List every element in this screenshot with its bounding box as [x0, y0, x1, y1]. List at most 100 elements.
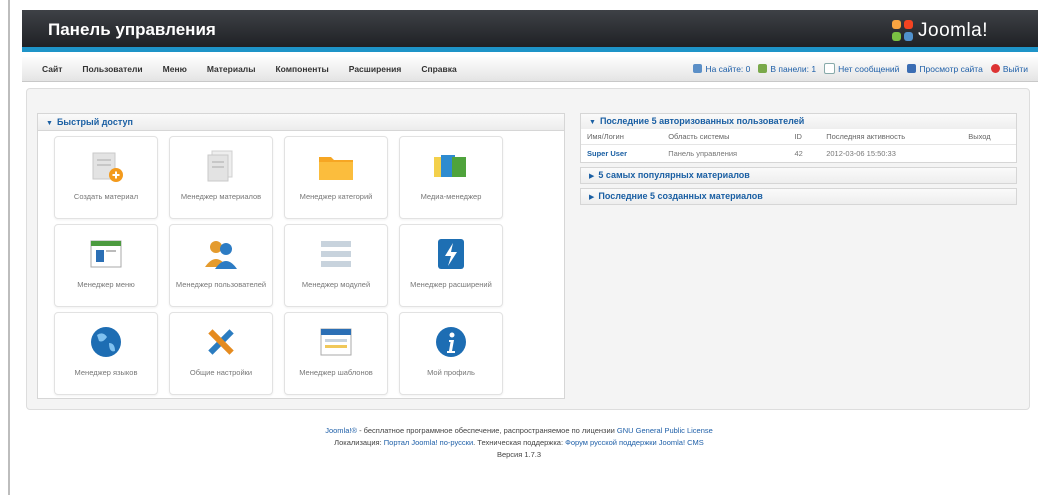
tile-label: Менеджер модулей [301, 280, 371, 289]
menu-item[interactable]: Меню [153, 64, 197, 74]
folder-icon [317, 149, 355, 183]
menu-manager-icon [87, 237, 125, 271]
new-article-icon [87, 149, 125, 183]
recent-articles-panel: ▶ Последние 5 созданных материалов [580, 188, 1017, 205]
quick-access-panel: ▼ Быстрый доступ Создать материал Менеджер… [37, 113, 565, 399]
globe-icon [87, 325, 125, 359]
in-panel-status: В панели: 1 [758, 64, 816, 74]
quick-access-tile[interactable]: Менеджер шаблонов [284, 312, 388, 395]
tools-icon [202, 325, 240, 359]
quick-access-tile[interactable]: Общие настройки [169, 312, 273, 395]
collapse-arrow-icon: ▼ [589, 119, 596, 126]
tile-label: Медиа-менеджер [420, 192, 482, 201]
right-panels: ▼ Последние 5 авторизованных пользователе… [580, 113, 1017, 209]
on-site-status: На сайте: 0 [693, 64, 750, 74]
users-icon [202, 237, 240, 271]
tile-label: Менеджер меню [77, 280, 135, 289]
popular-articles-header[interactable]: ▶ 5 самых популярных материалов [581, 168, 1016, 183]
table-header-row: Имя/Логин Область системы ID Последняя акти… [581, 129, 1016, 145]
tile-label: Менеджер пользователей [175, 280, 267, 289]
logged-users-table: Имя/Логин Область системы ID Последняя акти… [581, 129, 1016, 162]
quick-access-tile[interactable]: Менеджер языков [54, 312, 158, 395]
support-label: . Техническая поддержка: [473, 438, 566, 447]
collapse-arrow-icon: ▼ [46, 120, 53, 127]
quick-access-tile[interactable]: Менеджер меню [54, 224, 158, 307]
table-column-header: Последняя активность [820, 129, 963, 145]
logged-users-panel: ▼ Последние 5 авторизованных пользователе… [580, 113, 1017, 163]
popular-articles-title: 5 самых популярных материалов [598, 170, 750, 180]
menu-item[interactable]: Сайт [32, 64, 72, 74]
page-footer: Joomla!® - бесплатное программное обеспе… [0, 425, 1038, 461]
templates-icon [317, 325, 355, 359]
main-menu: Сайт Пользователи Меню Материалы Компоненты Р… [32, 64, 467, 74]
on-site-label: На сайте: 0 [705, 63, 751, 74]
license-link[interactable]: GNU General Public License [617, 426, 713, 435]
user-logout-cell [962, 145, 1016, 163]
left-border-line [8, 0, 10, 495]
tile-label: Создать материал [73, 192, 139, 201]
logout-label: Выйти [1002, 63, 1028, 74]
view-site-label: Просмотр сайта [919, 63, 983, 74]
admin-frame: Панель управления Joomla! Сайт Пользовате… [22, 10, 1038, 416]
table-column-header: Область системы [662, 129, 789, 145]
joomla-logo-icon [892, 20, 914, 42]
articles-icon [202, 149, 240, 183]
support-forum-link[interactable]: Форум русской поддержки Joomla! CMS [565, 438, 704, 447]
quick-access-tile[interactable]: Менеджер пользователей [169, 224, 273, 307]
tile-label: Менеджер категорий [299, 192, 373, 201]
mail-icon [824, 63, 836, 74]
logout-icon [990, 64, 1000, 73]
messages-link[interactable]: Нет сообщений [824, 63, 899, 74]
top-header: Панель управления Joomla! [22, 10, 1038, 52]
modules-icon [317, 237, 355, 271]
menu-item[interactable]: Компоненты [265, 64, 338, 74]
tile-label: Общие настройки [189, 368, 253, 377]
monitor-icon [907, 64, 917, 73]
expand-arrow-icon: ▶ [589, 194, 595, 201]
table-column-header: Имя/Логин [581, 129, 663, 145]
logged-users-header[interactable]: ▼ Последние 5 авторизованных пользователе… [581, 114, 1016, 129]
tile-label: Менеджер расширений [410, 280, 492, 289]
table-column-header: Выход [962, 129, 1016, 145]
recent-articles-header[interactable]: ▶ Последние 5 созданных материалов [581, 189, 1016, 204]
quick-access-header[interactable]: ▼ Быстрый доступ [38, 114, 564, 131]
logo-text: Joomla! [918, 20, 989, 41]
localization-label: Локализация: [334, 438, 384, 447]
user-id-cell: 42 [794, 149, 803, 158]
view-site-link[interactable]: Просмотр сайта [907, 63, 983, 74]
tile-label: Менеджер шаблонов [299, 368, 373, 377]
footer-localization-line: Локализация: Портал Joomla! по-русски. Т… [0, 437, 1038, 449]
quick-access-tile[interactable]: Мой профиль [399, 312, 503, 395]
quick-access-tile[interactable]: Менеджер материалов [169, 136, 273, 219]
localization-link[interactable]: Портал Joomla! по-русски [384, 438, 473, 447]
tile-label: Менеджер языков [74, 368, 138, 377]
users-online-icon [693, 64, 703, 73]
footer-license-line: Joomla!® - бесплатное программное обеспе… [0, 425, 1038, 437]
menu-item[interactable]: Материалы [197, 64, 266, 74]
joomla-link[interactable]: Joomla!® [325, 426, 357, 435]
dashboard-content: ▼ Быстрый доступ Создать материал Менеджер… [26, 88, 1030, 410]
menu-item[interactable]: Справка [411, 64, 466, 74]
quick-access-tile[interactable]: Менеджер модулей [284, 224, 388, 307]
menu-item[interactable]: Пользователи [72, 64, 152, 74]
user-name-cell[interactable]: Super User [581, 145, 662, 163]
popular-articles-panel: ▶ 5 самых популярных материалов [580, 167, 1017, 184]
quick-access-tile[interactable]: Менеджер категорий [284, 136, 388, 219]
extensions-icon [432, 237, 470, 271]
quick-access-tile[interactable]: Медиа-менеджер [399, 136, 503, 219]
quick-access-tile[interactable]: Создать материал [54, 136, 158, 219]
joomla-logo[interactable]: Joomla! [892, 17, 988, 45]
quick-access-tile[interactable]: Менеджер расширений [399, 224, 503, 307]
user-last-cell: 2012-03-06 15:50:33 [826, 149, 896, 158]
status-bar: На сайте: 0 В панели: 1 Нет сообщений Пр… [693, 63, 1028, 74]
recent-articles-title: Последние 5 созданных материалов [598, 191, 763, 201]
footer-version: Версия 1.7.3 [496, 450, 542, 459]
media-icon [432, 149, 470, 183]
table-column-header: ID [788, 129, 821, 145]
logout-link[interactable]: Выйти [990, 63, 1028, 74]
tile-label: Менеджер материалов [180, 192, 262, 201]
menu-item[interactable]: Расширения [339, 64, 412, 74]
user-area-cell: Панель управления [668, 149, 738, 158]
expand-arrow-icon: ▶ [589, 173, 595, 180]
in-panel-label: В панели: 1 [770, 63, 817, 74]
